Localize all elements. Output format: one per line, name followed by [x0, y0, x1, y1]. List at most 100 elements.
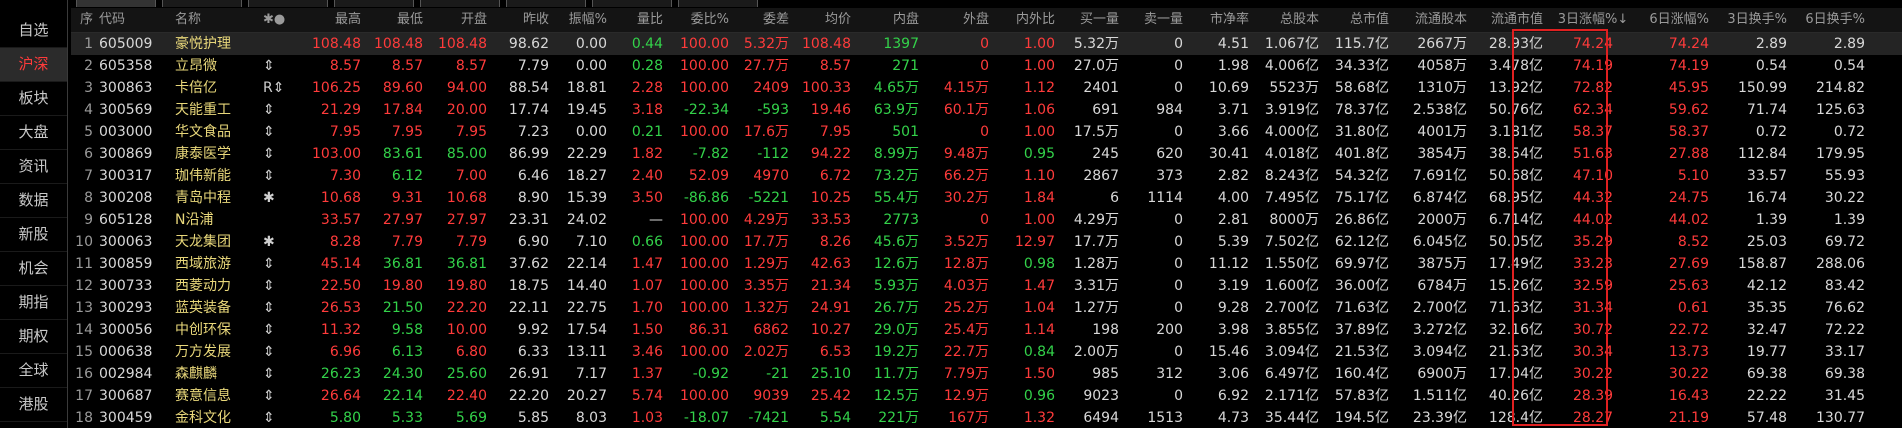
sidebar-item[interactable]: 期权: [0, 320, 67, 354]
col-header-outer[interactable]: 外盘: [923, 8, 989, 32]
table-row[interactable]: 10 300063 天龙集团 ✱ 8.28 7.79 7.79 6.90 7.10 0.66 100…: [71, 231, 1902, 253]
table-row[interactable]: 8 300208 青岛中程 ✱ 10.68 9.31 10.68 8.90 15.39 3.50 -…: [71, 187, 1902, 209]
tab[interactable]: [76, 0, 156, 7]
col-header-pb[interactable]: 市净率: [1187, 8, 1249, 32]
tab[interactable]: [592, 0, 672, 7]
col-header-wei-bi[interactable]: 委比%: [667, 8, 729, 32]
row-name: 豪悦护理: [175, 36, 231, 52]
row-outer: 25.4万: [943, 322, 989, 338]
row-amplitude: 7.17: [575, 366, 607, 382]
sidebar-item[interactable]: 期指: [0, 286, 67, 320]
tab[interactable]: [506, 0, 586, 7]
row-code: 002984: [99, 366, 153, 382]
sidebar-item[interactable]: 机会: [0, 252, 67, 286]
col-header-in-out-ratio[interactable]: 内外比: [993, 8, 1055, 32]
table-row[interactable]: 7 300317 珈伟新能 ⇕ 7.30 6.12 7.00 6.46 18.27 2.40 52.…: [71, 165, 1902, 187]
row-name: 蓝英装备: [175, 300, 231, 316]
row-outer: 4.03万: [943, 278, 989, 294]
row-3day-turnover: 69.38: [1746, 366, 1787, 382]
col-header-6day-turnover[interactable]: 6日换手%: [1791, 8, 1865, 32]
col-header-flag[interactable]: ✱●: [263, 8, 297, 32]
table-row[interactable]: 17 300687 赛意信息 ⇕ 26.64 22.14 22.40 22.20 20.27 5.…: [71, 385, 1902, 407]
table-row[interactable]: 2 605358 立昂微 ⇕ 8.57 8.57 8.57 7.79 0.00 0.28 100.0…: [71, 55, 1902, 77]
table-row[interactable]: 16 002984 森麒麟 ⇕ 26.23 24.30 25.60 26.91 7.17 1.37…: [71, 363, 1902, 385]
col-header-volume-ratio[interactable]: 量比: [611, 8, 663, 32]
row-float-shares: 6784万: [1417, 278, 1467, 294]
col-header-code[interactable]: 代码: [99, 8, 155, 32]
col-header-prev-close[interactable]: 昨收: [491, 8, 549, 32]
tab[interactable]: [420, 0, 500, 7]
table-row[interactable]: 9 605128 N沿浦 33.57 27.97 27.97 23.31 24.02 — 100.…: [71, 209, 1902, 231]
row-wei-cha: -7421: [748, 410, 789, 426]
row-total-shares: 8.243亿: [1264, 168, 1319, 184]
sidebar-item[interactable]: 港股: [0, 388, 67, 422]
table-row[interactable]: 4 300569 天能重工 ⇕ 21.29 17.84 20.00 17.74 19.45 3.1…: [71, 99, 1902, 121]
col-header-total-shares[interactable]: 总股本: [1253, 8, 1319, 32]
row-low: 21.50: [382, 300, 423, 316]
col-header-inner[interactable]: 内盘: [857, 8, 919, 32]
row-name: 赛意信息: [175, 388, 231, 404]
row-seq: 18: [75, 410, 93, 426]
row-total-value: 37.89亿: [1334, 322, 1389, 338]
row-sell-qty: 0: [1174, 36, 1183, 52]
row-name: 森麒麟: [175, 366, 217, 382]
col-header-3day-turnover[interactable]: 3日换手%: [1713, 8, 1787, 32]
col-header-3day-change[interactable]: 3日涨幅%↓: [1547, 8, 1639, 32]
sidebar-item[interactable]: 板块: [0, 82, 67, 116]
row-flag: ⇕: [263, 256, 275, 272]
sidebar-item[interactable]: 大盘: [0, 116, 67, 150]
table-row[interactable]: 5 003000 华文食品 ⇕ 7.95 7.95 7.95 7.23 0.00 0.21 100.…: [71, 121, 1902, 143]
col-header-float-value[interactable]: 流通市值: [1471, 8, 1543, 32]
col-header-seq[interactable]: 序: [71, 8, 93, 32]
col-header-open[interactable]: 开盘: [427, 8, 487, 32]
row-amplitude: 7.10: [575, 234, 607, 250]
row-code: 605009: [99, 36, 153, 52]
col-header-buy-qty[interactable]: 买一量: [1059, 8, 1119, 32]
col-header-name[interactable]: 名称: [175, 8, 255, 32]
col-header-low[interactable]: 最低: [363, 8, 423, 32]
col-header-wei-cha[interactable]: 委差: [733, 8, 789, 32]
tab[interactable]: [162, 0, 242, 7]
table-row[interactable]: 15 000638 万方发展 ⇕ 6.96 6.13 6.80 6.33 13.11 3.46 10…: [71, 341, 1902, 363]
col-header-amplitude[interactable]: 振幅%: [553, 8, 607, 32]
row-open: 20.00: [446, 102, 487, 118]
row-inner: 2773: [883, 212, 919, 228]
row-low: 108.48: [374, 36, 423, 52]
col-header-high[interactable]: 最高: [301, 8, 361, 32]
table-row[interactable]: 14 300056 中创环保 ⇕ 11.32 9.58 10.00 9.92 17.54 1.50…: [71, 319, 1902, 341]
sidebar-item[interactable]: 资讯: [0, 150, 67, 184]
table-row[interactable]: 11 300859 西域旅游 ⇕ 45.14 36.81 36.81 37.62 22.14 1.…: [71, 253, 1902, 275]
col-header-float-shares[interactable]: 流通股本: [1393, 8, 1467, 32]
row-pb: 3.98: [1217, 322, 1249, 338]
row-3day-change: 35.29: [1572, 234, 1614, 250]
sidebar-item[interactable]: 全球: [0, 354, 67, 388]
row-amplitude: 0.00: [575, 36, 607, 52]
table-row[interactable]: 12 300733 西菱动力 ⇕ 22.50 19.80 19.80 18.75 14.40 1.…: [71, 275, 1902, 297]
tab[interactable]: [334, 0, 414, 7]
col-header-avg-price[interactable]: 均价: [793, 8, 851, 32]
table-row[interactable]: 18 300459 金科文化 ⇕ 5.80 5.33 5.69 5.85 8.03 1.03 -18…: [71, 407, 1902, 428]
row-buy-qty: 198: [1092, 322, 1119, 338]
row-pb: 3.19: [1217, 278, 1249, 294]
row-outer: 66.2万: [943, 168, 989, 184]
row-volume-ratio: 0.44: [631, 36, 663, 52]
row-inner: 12.6万: [873, 256, 919, 272]
row-float-value: 3.478亿: [1488, 58, 1543, 74]
row-total-value: 115.7亿: [1334, 36, 1389, 52]
row-volume-ratio: —: [649, 212, 663, 228]
tab[interactable]: [678, 0, 758, 7]
col-header-sell-qty[interactable]: 卖一量: [1123, 8, 1183, 32]
col-header-total-value[interactable]: 总市值: [1323, 8, 1389, 32]
table-row[interactable]: 6 300869 康泰医学 ⇕ 103.00 83.61 85.00 86.99 22.29 1.…: [71, 143, 1902, 165]
sidebar-item[interactable]: 自选: [0, 14, 67, 48]
col-header-6day-change[interactable]: 6日涨幅%: [1643, 8, 1709, 32]
row-6day-change: 59.62: [1668, 102, 1709, 118]
row-amplitude: 22.75: [566, 300, 607, 316]
tab[interactable]: [248, 0, 328, 7]
sidebar-item[interactable]: 新股: [0, 218, 67, 252]
table-row[interactable]: 1 605009 豪悦护理 108.48 108.48 108.48 98.62 0.00 0.…: [71, 33, 1902, 55]
sidebar-item[interactable]: 数据: [0, 184, 67, 218]
table-row[interactable]: 13 300293 蓝英装备 ⇕ 26.53 21.50 22.20 22.11 22.75 1.…: [71, 297, 1902, 319]
sidebar-item-active[interactable]: 沪深: [0, 48, 67, 82]
table-row[interactable]: 3 300863 卡倍亿 R⇕ 106.25 89.60 94.00 88.54 18.81 2.…: [71, 77, 1902, 99]
